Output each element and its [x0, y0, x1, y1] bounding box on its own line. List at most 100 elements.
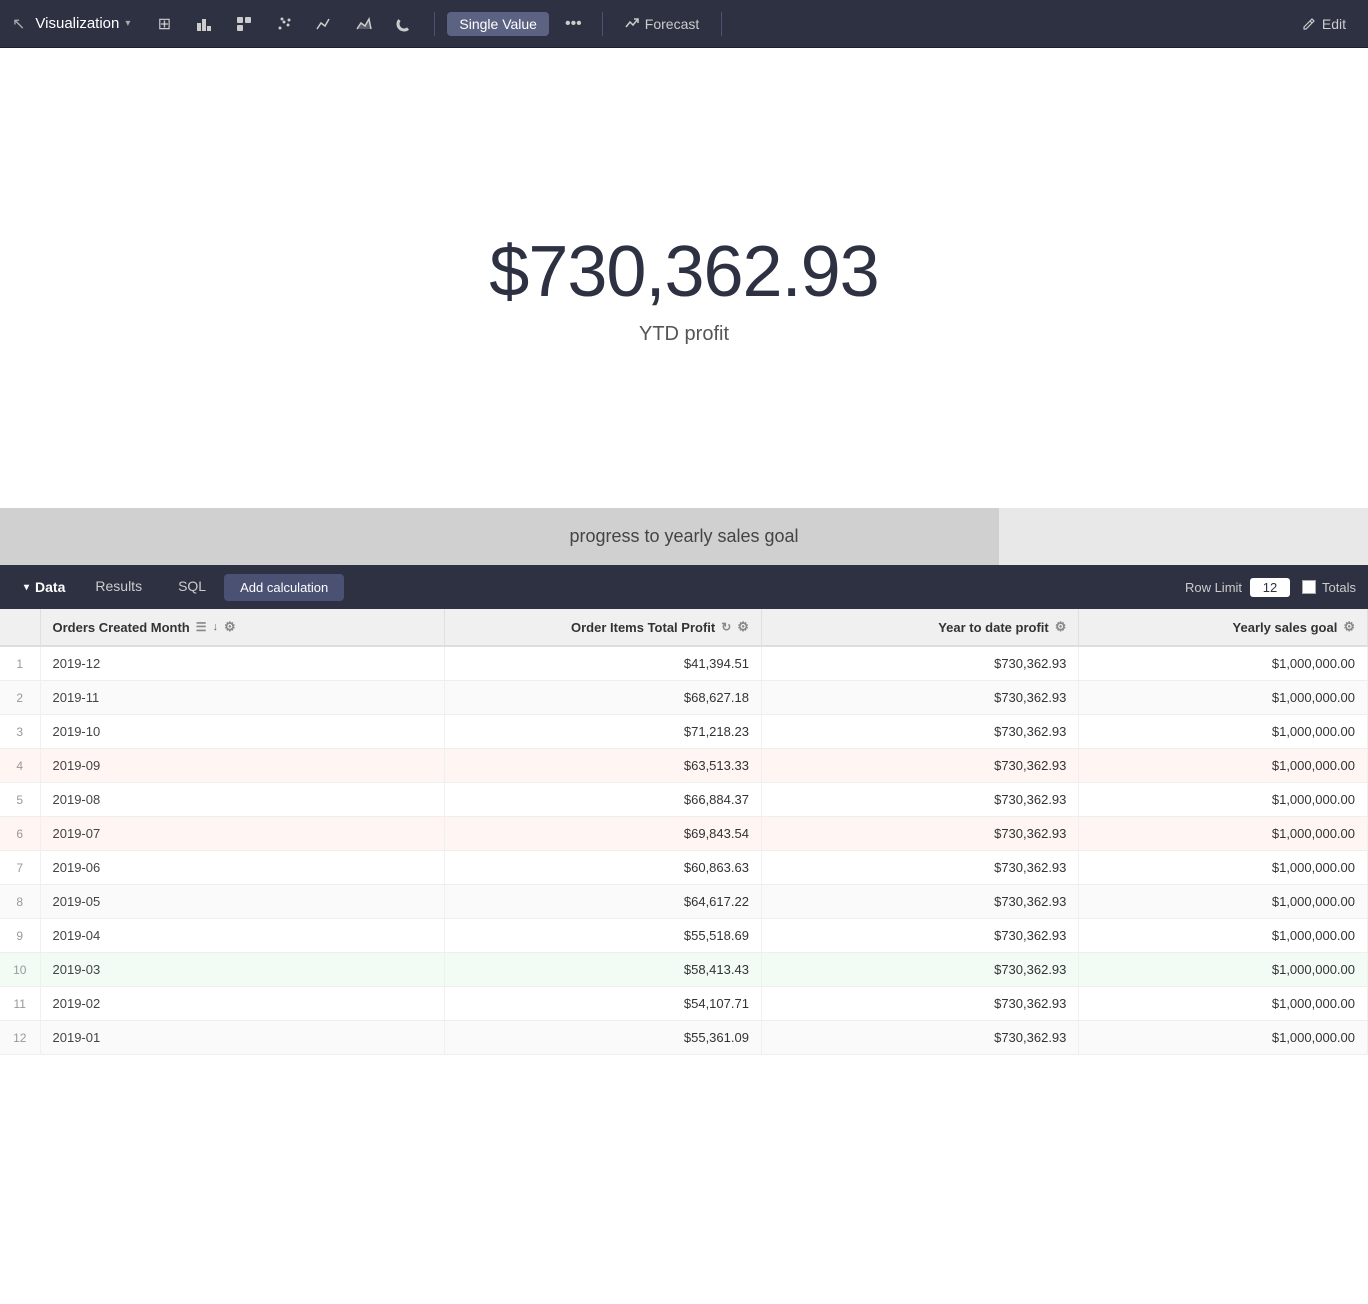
add-calculation-button[interactable]: Add calculation [224, 574, 344, 601]
profit-cell: $68,627.18 [444, 681, 761, 715]
bar-chart-icon-btn[interactable] [186, 8, 222, 40]
main-label: YTD profit [639, 323, 729, 346]
data-panel: ▾ Data Results SQL Add calculation Row L… [0, 565, 1368, 1055]
row-num: 3 [0, 715, 40, 749]
ytd-cell: $730,362.93 [761, 851, 1078, 885]
row-limit-input[interactable] [1250, 578, 1290, 597]
row-num: 4 [0, 749, 40, 783]
profit-cell: $71,218.23 [444, 715, 761, 749]
orders-month-cell: 2019-02 [40, 987, 444, 1021]
table-row: 2 2019-11 $68,627.18 $730,362.93 $1,000,… [0, 681, 1368, 715]
data-panel-tabs: ▾ Data Results SQL Add calculation Row L… [0, 565, 1368, 609]
table-row: 8 2019-05 $64,617.22 $730,362.93 $1,000,… [0, 885, 1368, 919]
visualization-title: Visualization ▾ [35, 15, 130, 32]
profit-cell: $41,394.51 [444, 646, 761, 681]
ytd-cell: $730,362.93 [761, 885, 1078, 919]
edit-button[interactable]: Edit [1292, 12, 1356, 36]
orders-month-cell: 2019-03 [40, 953, 444, 987]
profit-cell: $58,413.43 [444, 953, 761, 987]
orders-month-cell: 2019-10 [40, 715, 444, 749]
profit-cell: $66,884.37 [444, 783, 761, 817]
settings-icon[interactable]: ⚙ [224, 619, 236, 635]
ytd-cell: $730,362.93 [761, 953, 1078, 987]
profit-cell: $64,617.22 [444, 885, 761, 919]
chart-type-icons: ⊞ [146, 8, 422, 40]
goal-cell: $1,000,000.00 [1079, 681, 1368, 715]
goal-cell: $1,000,000.00 [1079, 783, 1368, 817]
pivot-field-icon: ↻ [721, 620, 731, 634]
ytd-cell: $730,362.93 [761, 1021, 1078, 1055]
goal-cell: $1,000,000.00 [1079, 817, 1368, 851]
row-num: 12 [0, 1021, 40, 1055]
col-total-profit: Order Items Total Profit ↻ ⚙ [444, 609, 761, 646]
orders-month-cell: 2019-11 [40, 681, 444, 715]
goal-cell: $1,000,000.00 [1079, 885, 1368, 919]
goal-cell: $1,000,000.00 [1079, 715, 1368, 749]
totals-label: Totals [1322, 580, 1356, 595]
forecast-button[interactable]: Forecast [615, 12, 709, 36]
row-num: 6 [0, 817, 40, 851]
separator-2 [602, 12, 603, 36]
progress-bar [0, 508, 999, 565]
orders-month-cell: 2019-05 [40, 885, 444, 919]
profit-cell: $54,107.71 [444, 987, 761, 1021]
sort-down-icon[interactable]: ↓ [213, 621, 219, 633]
separator-3 [721, 12, 722, 36]
settings-icon-2[interactable]: ⚙ [737, 619, 749, 635]
profit-cell: $55,361.09 [444, 1021, 761, 1055]
edit-icon [1302, 17, 1316, 31]
ytd-cell: $730,362.93 [761, 681, 1078, 715]
table-row: 7 2019-06 $60,863.63 $730,362.93 $1,000,… [0, 851, 1368, 885]
data-table: Orders Created Month ☰ ↓ ⚙ Order Items T… [0, 609, 1368, 1055]
single-value-button[interactable]: Single Value [447, 12, 549, 36]
tab-results[interactable]: Results [77, 565, 160, 609]
row-num: 2 [0, 681, 40, 715]
profit-cell: $55,518.69 [444, 919, 761, 953]
goal-cell: $1,000,000.00 [1079, 646, 1368, 681]
filter-icon[interactable]: ☰ [196, 620, 207, 634]
totals-area[interactable]: Totals [1302, 580, 1356, 595]
more-options-button[interactable]: ••• [557, 11, 590, 37]
col-orders-month: Orders Created Month ☰ ↓ ⚙ [40, 609, 444, 646]
table-body: 1 2019-12 $41,394.51 $730,362.93 $1,000,… [0, 646, 1368, 1055]
row-num: 11 [0, 987, 40, 1021]
profit-cell: $60,863.63 [444, 851, 761, 885]
orders-month-cell: 2019-04 [40, 919, 444, 953]
table-row: 9 2019-04 $55,518.69 $730,362.93 $1,000,… [0, 919, 1368, 953]
pivot-icon-btn[interactable] [226, 8, 262, 40]
col-yearly-goal: Yearly sales goal ⚙ [1079, 609, 1368, 646]
donut-icon-btn[interactable] [386, 8, 422, 40]
orders-month-cell: 2019-01 [40, 1021, 444, 1055]
totals-checkbox[interactable] [1302, 580, 1316, 594]
progress-banner: progress to yearly sales goal [0, 508, 1368, 565]
profit-cell: $69,843.54 [444, 817, 761, 851]
row-num: 5 [0, 783, 40, 817]
scatter-icon-btn[interactable] [266, 8, 302, 40]
tab-data[interactable]: ▾ Data [12, 565, 77, 609]
row-limit-label: Row Limit [1185, 580, 1242, 595]
table-icon-btn[interactable]: ⊞ [146, 8, 182, 40]
row-num: 8 [0, 885, 40, 919]
line-icon-btn[interactable] [306, 8, 342, 40]
table-row: 1 2019-12 $41,394.51 $730,362.93 $1,000,… [0, 646, 1368, 681]
row-limit-area: Row Limit [1185, 578, 1290, 597]
goal-cell: $1,000,000.00 [1079, 851, 1368, 885]
row-num: 9 [0, 919, 40, 953]
main-value: $730,362.93 [489, 231, 878, 313]
ytd-cell: $730,362.93 [761, 646, 1078, 681]
settings-icon-4[interactable]: ⚙ [1343, 619, 1355, 635]
ytd-cell: $730,362.93 [761, 783, 1078, 817]
forecast-icon [625, 17, 639, 31]
row-num: 10 [0, 953, 40, 987]
area-icon-btn[interactable] [346, 8, 382, 40]
table-header-row: Orders Created Month ☰ ↓ ⚙ Order Items T… [0, 609, 1368, 646]
orders-month-cell: 2019-09 [40, 749, 444, 783]
goal-cell: $1,000,000.00 [1079, 919, 1368, 953]
table-row: 3 2019-10 $71,218.23 $730,362.93 $1,000,… [0, 715, 1368, 749]
cursor-icon: ↖ [12, 14, 25, 34]
goal-cell: $1,000,000.00 [1079, 987, 1368, 1021]
settings-icon-3[interactable]: ⚙ [1055, 619, 1067, 635]
orders-month-cell: 2019-07 [40, 817, 444, 851]
tab-sql[interactable]: SQL [160, 565, 224, 609]
toolbar: ↖ Visualization ▾ ⊞ Single Value ••• [0, 0, 1368, 48]
